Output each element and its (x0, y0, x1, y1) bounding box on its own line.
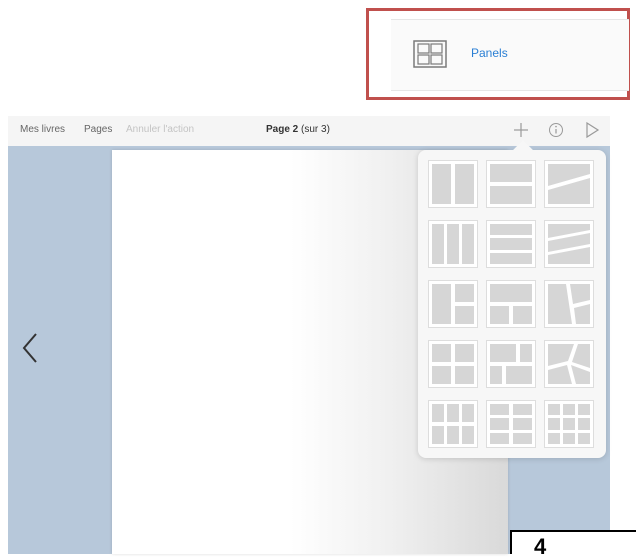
plus-icon[interactable] (512, 121, 530, 139)
layout-2-rows[interactable] (486, 160, 536, 208)
layout-2-diagonal[interactable] (544, 160, 594, 208)
step-number-box: 4 (510, 530, 636, 559)
page-title: Page 2 (sur 3) (266, 124, 330, 135)
layout-T-top[interactable] (486, 280, 536, 328)
page-number: Page 2 (266, 124, 299, 135)
layout-diagonal-mixed[interactable] (544, 280, 594, 328)
info-icon[interactable] (547, 121, 565, 139)
layout-3-rows[interactable] (486, 220, 536, 268)
chevron-left-icon[interactable] (20, 330, 40, 366)
step-number: 4 (534, 534, 547, 559)
panels-callout: Panels (366, 8, 630, 100)
my-books-button[interactable]: Mes livres (20, 124, 65, 135)
play-icon[interactable] (583, 121, 601, 139)
panels-popover (418, 140, 606, 458)
layout-3-diagonal[interactable] (544, 220, 594, 268)
layout-L-left[interactable] (428, 280, 478, 328)
panels-icon (413, 40, 447, 68)
panels-label: Panels (471, 46, 508, 60)
layout-3-columns[interactable] (428, 220, 478, 268)
layout-diagonal-cross[interactable] (544, 340, 594, 388)
layout-2x2[interactable] (428, 340, 478, 388)
layout-2-columns[interactable] (428, 160, 478, 208)
panels-menu-item[interactable]: Panels (391, 19, 629, 91)
layout-3x3-b[interactable] (486, 400, 536, 448)
layout-3x3-c[interactable] (544, 400, 594, 448)
pages-button[interactable]: Pages (84, 124, 112, 135)
layout-grid (428, 160, 594, 448)
page-canvas (8, 140, 610, 554)
page-count: (sur 3) (298, 124, 330, 135)
undo-button[interactable]: Annuler l'action (126, 124, 194, 135)
layout-brick[interactable] (486, 340, 536, 388)
layout-3x3-a[interactable] (428, 400, 478, 448)
